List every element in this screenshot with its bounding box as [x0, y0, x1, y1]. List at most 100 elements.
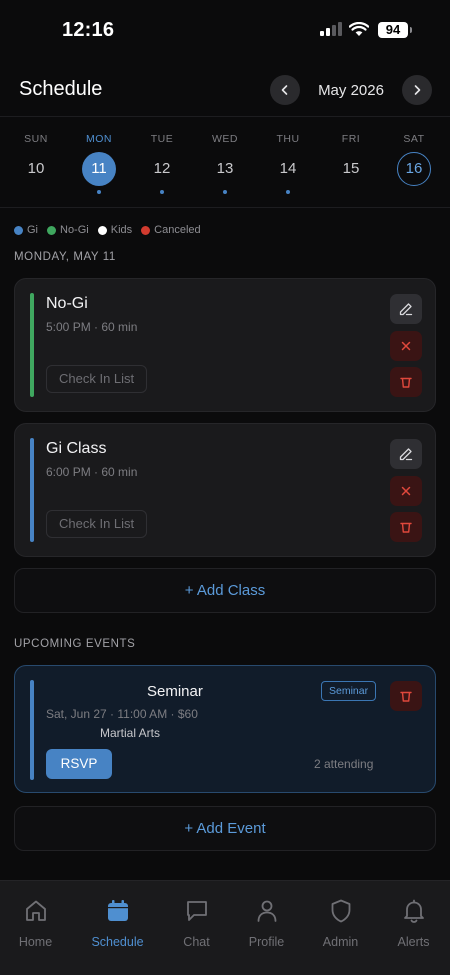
- event-dot: [97, 190, 101, 194]
- tab-chat[interactable]: Chat: [159, 896, 234, 949]
- trash-icon: [400, 691, 412, 702]
- event-type-badge: Seminar: [321, 681, 377, 701]
- day-tue[interactable]: TUE 12: [132, 117, 192, 209]
- edit-class-button[interactable]: [390, 439, 422, 469]
- day-name: THU: [276, 133, 300, 145]
- event-details: Sat, Jun 27 · 11:00 AM · $60: [46, 707, 198, 721]
- event-dot: [223, 190, 227, 194]
- wifi-icon: [349, 22, 369, 36]
- edit-icon: [399, 448, 413, 461]
- cancel-class-button[interactable]: [390, 476, 422, 506]
- day-name: WED: [212, 133, 238, 145]
- class-color-bar: [30, 438, 34, 542]
- day-name: FRI: [341, 133, 361, 145]
- tab-schedule[interactable]: Schedule: [80, 896, 155, 949]
- delete-event-button[interactable]: [390, 681, 422, 711]
- attending-count: 2 attending: [314, 757, 374, 771]
- legend-swatch: [141, 225, 151, 235]
- event-dot: [160, 190, 164, 194]
- day-sun[interactable]: SUN 10: [6, 117, 66, 209]
- bell-icon: [403, 899, 424, 923]
- day-number: 14: [279, 160, 297, 177]
- day-number: 16: [397, 152, 431, 186]
- day-number: 15: [342, 160, 360, 177]
- tab-admin[interactable]: Admin: [303, 896, 378, 949]
- tab-label: Home: [18, 935, 53, 949]
- day-number: 12: [153, 160, 171, 177]
- tab-label: Chat: [183, 935, 210, 949]
- trash-icon: [400, 377, 412, 388]
- prev-month-button[interactable]: [270, 75, 300, 105]
- rsvp-button[interactable]: RSVP: [46, 749, 112, 779]
- battery-level: 94: [378, 22, 412, 38]
- close-icon: [401, 486, 411, 496]
- legend-label: Gi: [27, 224, 38, 236]
- legend-item-kids: Kids: [97, 224, 133, 236]
- home-icon: [25, 900, 46, 921]
- class-title: Gi Class: [46, 440, 107, 457]
- day-name: TUE: [150, 133, 174, 145]
- month-label: May 2026: [318, 82, 384, 99]
- event-card[interactable]: Seminar Seminar Sat, Jun 27 · 11:00 AM ·…: [14, 665, 436, 793]
- cancel-class-button[interactable]: [390, 331, 422, 361]
- close-icon: [401, 341, 411, 351]
- day-wed[interactable]: WED 13: [195, 117, 255, 209]
- status-bar: 12:16 94: [0, 0, 450, 60]
- calendar-icon: [107, 900, 128, 921]
- legend-item-no-gi: No-Gi: [47, 224, 89, 236]
- event-dot: [286, 190, 290, 194]
- delete-class-button[interactable]: [390, 367, 422, 397]
- tab-label: Profile: [248, 935, 285, 949]
- tab-bar: Home Schedule Chat Profile Admin Alerts: [0, 880, 450, 975]
- edit-class-button[interactable]: [390, 294, 422, 324]
- class-card[interactable]: No-Gi 5:00 PM · 60 min Check In List: [14, 278, 436, 412]
- class-card[interactable]: Gi Class 6:00 PM · 60 min Check In List: [14, 423, 436, 557]
- add-event-button[interactable]: + Add Event: [14, 806, 436, 851]
- tab-profile[interactable]: Profile: [229, 896, 304, 949]
- status-time: 12:16: [62, 19, 115, 41]
- legend-label: No-Gi: [60, 224, 89, 236]
- check-in-list-button[interactable]: Check In List: [46, 365, 148, 393]
- tab-label: Schedule: [91, 935, 144, 949]
- check-in-list-button[interactable]: Check In List: [46, 510, 148, 538]
- day-name: SUN: [24, 133, 48, 145]
- legend-swatch: [47, 225, 56, 235]
- day-fri[interactable]: FRI 15: [321, 117, 381, 209]
- chevron-right-icon: [414, 85, 421, 95]
- tab-alerts[interactable]: Alerts: [376, 896, 450, 949]
- day-section-heading: MONDAY, MAY 11: [14, 251, 116, 263]
- add-class-button[interactable]: + Add Class: [14, 568, 436, 613]
- day-number: 11: [82, 152, 116, 186]
- legend-swatch: [97, 225, 107, 235]
- legend-label: Kids: [110, 224, 133, 236]
- event-location: Martial Arts: [100, 726, 161, 740]
- chevron-left-icon: [281, 85, 288, 95]
- day-mon[interactable]: MON 11: [69, 117, 129, 209]
- shield-icon: [331, 899, 350, 923]
- day-number: 10: [27, 160, 45, 177]
- day-name: MON: [86, 133, 112, 145]
- class-time: 6:00 PM · 60 min: [46, 465, 138, 479]
- event-title: Seminar: [147, 683, 203, 700]
- tab-label: Admin: [322, 935, 359, 949]
- class-title: No-Gi: [46, 295, 88, 312]
- day-thu[interactable]: THU 14: [258, 117, 318, 209]
- tab-label: Alerts: [397, 935, 430, 949]
- day-name: SAT: [403, 133, 425, 145]
- day-number: 13: [216, 160, 234, 177]
- next-month-button[interactable]: [402, 75, 432, 105]
- class-color-bar: [30, 293, 34, 397]
- tab-home[interactable]: Home: [0, 896, 73, 949]
- edit-icon: [399, 303, 413, 316]
- legend-swatch: [14, 225, 23, 235]
- chat-icon: [186, 901, 207, 921]
- delete-class-button[interactable]: [390, 512, 422, 542]
- legend-label: Canceled: [154, 224, 201, 236]
- day-sat[interactable]: SAT 16: [384, 117, 444, 209]
- class-time: 5:00 PM · 60 min: [46, 320, 138, 334]
- events-section-heading: UPCOMING EVENTS: [14, 638, 136, 650]
- legend: Gi No-Gi Kids Canceled: [14, 224, 201, 236]
- person-icon: [257, 900, 276, 922]
- trash-icon: [400, 522, 412, 533]
- week-strip: SUN 10 MON 11 TUE 12 WED 13 THU 14 FRI 1…: [0, 116, 450, 208]
